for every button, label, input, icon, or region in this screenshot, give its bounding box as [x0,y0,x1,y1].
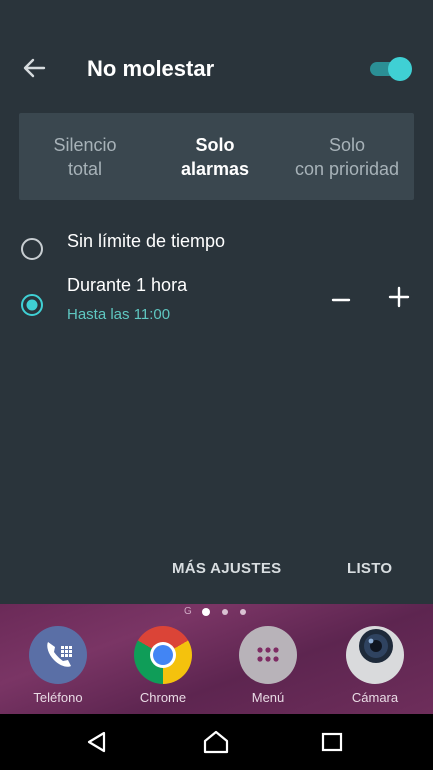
mode-priority-only[interactable]: Solo con prioridad [287,133,407,181]
do-not-disturb-panel: No molestar Silencio total Solo alarmas … [0,0,433,604]
done-button[interactable]: LISTO [347,560,392,577]
app-drawer[interactable]: Menú [228,626,308,710]
page-dot-active [202,608,210,616]
camera-icon [346,626,404,684]
phone-icon [29,626,87,684]
option-label: Durante 1 hora [67,275,188,295]
home-screen-dock: G Teléfono Chrome Menú Cámara [0,604,433,714]
option-sublabel: Hasta las 11:00 [67,306,171,323]
panel-header: No molestar [0,40,433,98]
option-one-hour[interactable]: Durante 1 hora Hasta las 11:00 [0,270,433,330]
app-phone[interactable]: Teléfono [18,626,98,710]
mode-selector: Silencio total Solo alarmas Solo con pri… [19,113,414,200]
app-name: Cámara [351,690,399,705]
more-settings-button[interactable]: MÁS AJUSTES [172,560,281,577]
mode-total-silence[interactable]: Silencio total [35,133,135,181]
page-title: No molestar [87,56,215,81]
app-name: Menú [251,690,285,705]
home-icon[interactable] [202,728,230,756]
mode-label-line2: total [67,159,103,179]
mode-label-line2: con prioridad [294,159,400,179]
mode-alarms-only[interactable]: Solo alarmas [165,133,265,181]
plus-icon[interactable] [386,284,412,310]
recent-apps-icon[interactable] [318,728,346,756]
chrome-icon-core [150,642,176,668]
app-camera[interactable]: Cámara [335,626,415,710]
back-icon[interactable] [83,728,111,756]
app-drawer-icon [239,626,297,684]
app-name: Chrome [139,690,187,705]
mode-label-line2: alarmas [180,159,250,179]
toggle-thumb [388,57,412,81]
dnd-toggle[interactable] [368,57,412,81]
chrome-icon [134,626,192,684]
mode-label-line1: Solo [328,135,366,155]
back-arrow-icon[interactable] [20,56,48,80]
dialog-actions: MÁS AJUSTES LISTO [0,550,433,590]
mode-label-line1: Solo [195,135,235,155]
page-dot [222,609,228,615]
radio-unchecked-icon[interactable] [20,237,44,261]
page-dot [240,609,246,615]
option-label: Sin límite de tiempo [67,231,226,251]
option-no-time-limit[interactable]: Sin límite de tiempo [0,225,433,269]
minus-icon[interactable] [328,287,354,313]
google-page-indicator: G [184,606,192,617]
radio-checked-icon[interactable] [20,293,44,317]
mode-label-line1: Silencio [53,135,117,155]
app-chrome[interactable]: Chrome [123,626,203,710]
system-navigation-bar [0,714,433,770]
app-name: Teléfono [33,690,83,705]
